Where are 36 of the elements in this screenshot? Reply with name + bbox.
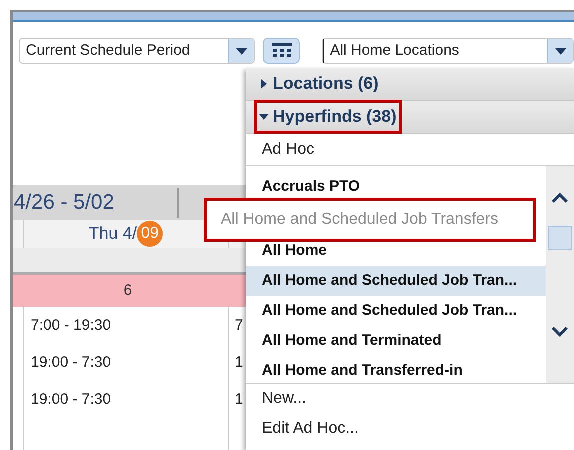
period-select[interactable]: Current Schedule Period	[19, 38, 256, 64]
shift-time: 1	[234, 390, 244, 410]
action-item[interactable]: New...	[246, 384, 574, 414]
section-header[interactable]: Locations (6)	[246, 68, 574, 101]
shift-time: 19:00 - 7:30	[30, 390, 112, 410]
shift-time: 7:00 - 19:30	[30, 316, 112, 336]
hyperfind-item[interactable]: All Home and Terminated	[246, 326, 546, 356]
section-toggle[interactable]: Hyperfinds (38)	[254, 100, 402, 134]
section-toggle[interactable]: Locations (6)	[254, 67, 384, 101]
shift-time: 19:00 - 7:30	[30, 353, 112, 373]
calendar-grid-icon	[270, 43, 293, 59]
caret-icon	[554, 48, 566, 54]
scroll-thumb[interactable]	[548, 226, 572, 250]
caret-down-icon	[259, 112, 269, 122]
caret-icon	[236, 48, 248, 54]
action-item[interactable]: Edit Ad Hoc...	[246, 414, 574, 444]
hyperfind-item[interactable]: All Home and Transferred-in	[246, 356, 546, 386]
hyperfind-item[interactable]: All Home and Scheduled Job Tran...	[246, 266, 546, 296]
count-value: 6	[122, 281, 134, 301]
scrollbar[interactable]	[546, 166, 574, 383]
location-select[interactable]: All Home Locations	[322, 38, 574, 64]
period-range: 4/26 - 5/02	[13, 188, 179, 218]
hyperfind-item[interactable]: All Home and Scheduled Job Tran...	[246, 296, 546, 326]
ad-hoc-item[interactable]: Ad Hoc	[246, 134, 574, 166]
today-badge: 09	[137, 221, 164, 247]
period-value: Current Schedule Period	[25, 41, 192, 61]
day-label: Thu 4/	[88, 223, 138, 246]
shift-time: 7	[234, 316, 244, 336]
scroll-up-icon[interactable]	[551, 192, 569, 204]
shift-time: 1	[234, 353, 244, 373]
scroll-down-icon[interactable]	[551, 326, 569, 338]
tooltip-text: All Home and Scheduled Job Transfers	[221, 210, 498, 230]
section-header[interactable]: Hyperfinds (38)	[246, 101, 574, 134]
hyperfind-item[interactable]: Accruals PTO	[246, 172, 546, 202]
calendar-button[interactable]	[263, 38, 300, 64]
caret-right-icon	[259, 79, 269, 89]
